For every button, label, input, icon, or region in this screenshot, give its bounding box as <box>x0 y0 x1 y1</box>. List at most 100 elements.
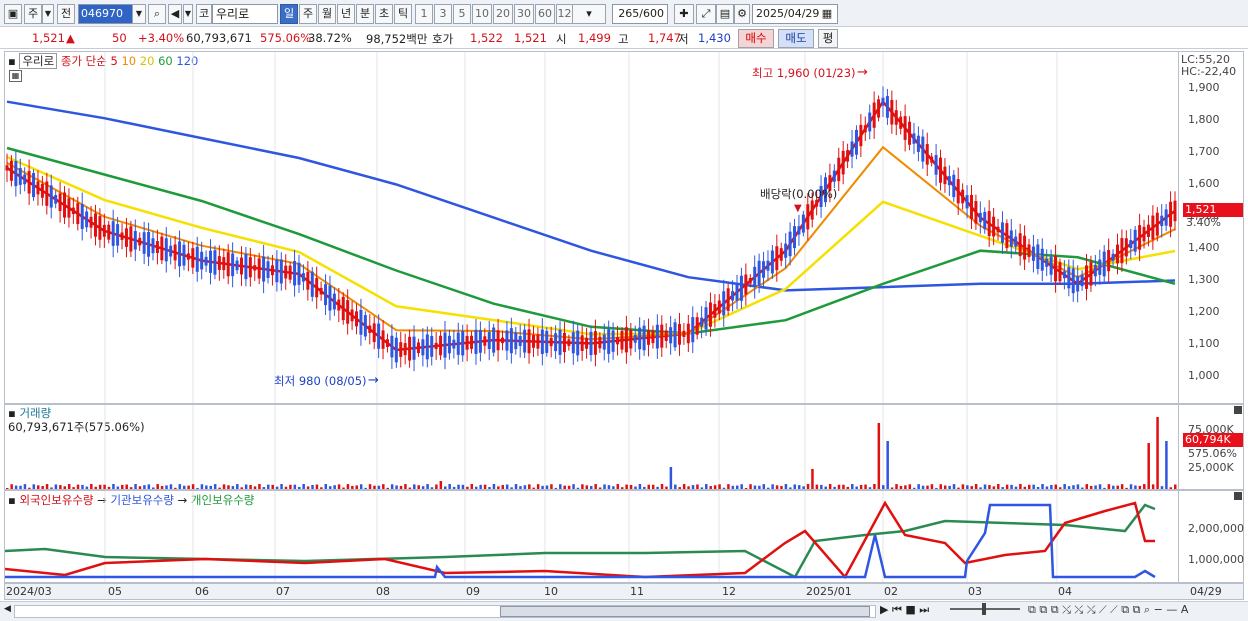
candle-body <box>18 168 22 185</box>
candle-body <box>704 307 708 330</box>
volume-bar <box>121 484 124 489</box>
trend-line3-icon[interactable]: ⤯ <box>1087 603 1096 616</box>
minute-step-60[interactable]: 60 <box>535 4 555 24</box>
volume-bar <box>660 484 664 489</box>
layout2-icon[interactable]: ⧉ <box>1039 603 1047 616</box>
holdings-tick-2m: 2,000,000 <box>1188 522 1244 535</box>
candle-body <box>501 337 505 344</box>
candle-body <box>1160 215 1164 227</box>
scroll-left-icon[interactable]: ◀ <box>4 604 14 618</box>
play-icon[interactable]: ▶ <box>880 603 888 616</box>
volume-bar <box>1134 485 1137 489</box>
candle-body <box>178 241 182 267</box>
step-dropdown[interactable]: ▾ <box>572 4 606 24</box>
volume-bar <box>1151 484 1155 489</box>
candle-body <box>492 327 496 353</box>
minute-step-20[interactable]: 20 <box>493 4 513 24</box>
stock-name-field[interactable]: 우리로 <box>212 4 278 24</box>
candle-body <box>324 284 328 306</box>
scrollbar-thumb[interactable] <box>500 606 870 617</box>
calendar-icon[interactable]: ▦ <box>818 5 836 23</box>
volume-bar <box>107 486 111 489</box>
volume-bar <box>267 484 270 489</box>
x-tick-label: 02 <box>884 585 898 598</box>
candle-body <box>1164 209 1168 226</box>
save-icon[interactable]: ▤ <box>716 4 734 24</box>
layout3-icon[interactable]: ⧉ <box>1051 603 1059 616</box>
volume-bar <box>399 485 403 489</box>
minute-step-3[interactable]: 3 <box>434 4 452 24</box>
draw-tool-icon[interactable]: ⤢ <box>696 4 716 24</box>
candle-body <box>549 337 553 347</box>
period-tab-3[interactable]: 년 <box>337 4 355 24</box>
volume-bar <box>479 484 482 489</box>
diagonal2-icon[interactable]: ⟋ <box>1110 603 1118 616</box>
gear-icon[interactable]: ⚙ <box>734 4 750 24</box>
speaker-icon[interactable]: ◀ <box>168 4 182 24</box>
close-panel-icon[interactable] <box>1234 406 1242 414</box>
trend-line2-icon[interactable]: ⤯ <box>1074 603 1083 616</box>
volume-bar <box>1129 484 1133 489</box>
holdings-chart[interactable] <box>5 491 1179 582</box>
speaker-dropdown-icon[interactable]: ▼ <box>183 4 193 24</box>
candle-body <box>80 204 84 229</box>
volume-bar <box>713 485 717 489</box>
stop-icon[interactable]: ■ <box>905 603 915 616</box>
data-count-field[interactable]: 265/600 <box>612 4 668 24</box>
chart-type-select[interactable]: 주 <box>24 4 42 24</box>
minute-step-10[interactable]: 10 <box>472 4 492 24</box>
volume-bar <box>718 484 721 489</box>
sell-button[interactable]: 매도 <box>778 29 814 48</box>
minute-step-1[interactable]: 1 <box>415 4 433 24</box>
candle-body <box>403 343 407 356</box>
avg-button[interactable]: 평 <box>818 29 838 48</box>
buy-button[interactable]: 매수 <box>738 29 774 48</box>
volume-bar <box>753 485 757 489</box>
x-tick-label: 05 <box>108 585 122 598</box>
diagonal-icon[interactable]: ⟋ <box>1099 603 1107 616</box>
candle-body <box>965 195 969 209</box>
period-tab-4[interactable]: 분 <box>356 4 374 24</box>
stock-code-input[interactable]: 046970 <box>78 4 138 24</box>
minute-step-5[interactable]: 5 <box>453 4 471 24</box>
code-dropdown-icon[interactable]: ▼ <box>132 4 146 24</box>
period-tab-0[interactable]: 일 <box>280 4 298 24</box>
period-tab-1[interactable]: 주 <box>299 4 317 24</box>
period-tab-2[interactable]: 월 <box>318 4 336 24</box>
crosshair-icon[interactable]: ✚ <box>674 4 694 24</box>
dash-icon[interactable]: — <box>1166 603 1177 616</box>
zoom-slider-handle[interactable] <box>982 603 986 615</box>
volume-bar <box>541 485 544 489</box>
volume-bar <box>76 484 80 489</box>
candle-body <box>571 332 575 354</box>
chevron-down-icon[interactable]: ▼ <box>42 4 54 24</box>
volume-bar <box>678 487 681 489</box>
window-icon[interactable]: ▣ <box>4 4 22 24</box>
trend-line-icon[interactable]: ⤯ <box>1062 603 1071 616</box>
layout-icon[interactable]: ⧉ <box>1028 603 1036 616</box>
volume-bar <box>315 484 319 489</box>
candle-body <box>328 285 332 311</box>
fast-forward-icon[interactable]: ⏭ <box>919 603 929 616</box>
candle-body <box>1142 226 1146 242</box>
candle-body <box>611 330 615 352</box>
period-tab-6[interactable]: 틱 <box>394 4 412 24</box>
minute-step-30[interactable]: 30 <box>514 4 534 24</box>
minus-icon[interactable]: − <box>1154 603 1163 616</box>
prev-button[interactable]: 전 <box>57 4 75 24</box>
zoom-icon[interactable]: ⌕ <box>1144 603 1150 616</box>
volume-bar <box>820 484 823 489</box>
candle-body <box>483 336 487 346</box>
period-tab-5[interactable]: 초 <box>375 4 393 24</box>
price-chart[interactable] <box>5 52 1179 403</box>
copy-icon[interactable]: ⧉ <box>1121 603 1129 616</box>
search-icon[interactable]: ⌕ <box>148 4 166 24</box>
copy2-icon[interactable]: ⧉ <box>1133 603 1141 616</box>
text-tool-icon[interactable]: A <box>1181 603 1189 616</box>
volume-chart[interactable] <box>5 405 1179 489</box>
candle-body <box>545 330 549 353</box>
rewind-icon[interactable]: ⏮ <box>892 603 902 616</box>
candle-body <box>346 300 350 324</box>
candle-body <box>32 173 36 198</box>
close-panel-icon[interactable] <box>1234 492 1242 500</box>
